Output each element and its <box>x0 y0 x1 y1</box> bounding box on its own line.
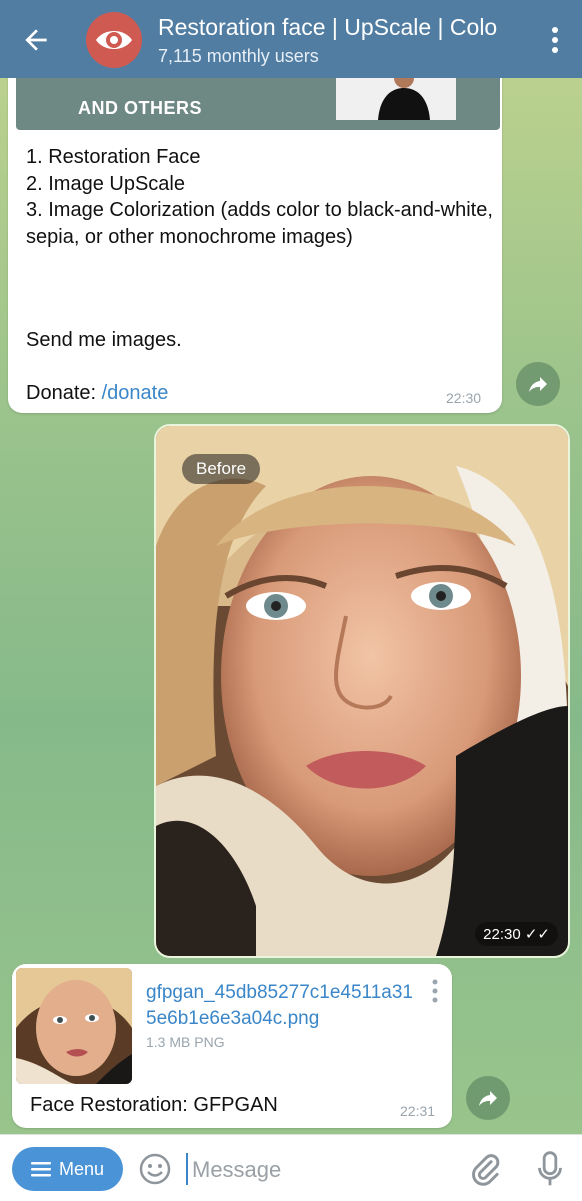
forward-button[interactable] <box>466 1076 510 1120</box>
file-thumbnail[interactable] <box>16 968 132 1084</box>
chat-header: Restoration face | UpScale | Colo 7,115 … <box>0 0 582 78</box>
file-size: 1.3 MB PNG <box>146 1034 225 1050</box>
menu-label: Menu <box>58 1158 105 1179</box>
banner-person-thumbnail <box>336 68 456 120</box>
feature-item: 3. Image Colorization (adds color to bla… <box>26 199 493 248</box>
eye-icon <box>96 31 132 49</box>
forward-arrow-icon <box>479 1091 497 1106</box>
banner-text: AND OTHERS <box>78 98 203 118</box>
feature-item: 2. Image UpScale <box>26 172 185 195</box>
text-cursor <box>186 1153 188 1185</box>
file-name-link[interactable]: gfpgan_45db85277c1e4511a315e6b1e6e3a04c.… <box>146 980 416 1032</box>
photo-time: 22:30 ✓✓ <box>475 922 558 946</box>
emoji-icon[interactable] <box>138 1152 172 1186</box>
person-silhouette-icon <box>336 68 456 120</box>
message-time: 22:31 <box>400 1103 436 1119</box>
feature-item: 1. Restoration Face <box>26 146 201 168</box>
donate-label: Donate: <box>26 382 102 404</box>
paperclip-icon[interactable] <box>470 1152 500 1186</box>
message-input[interactable] <box>190 1152 454 1188</box>
woman-portrait-thumbnail <box>16 968 132 1084</box>
donate-line: Donate: /donate <box>26 382 168 405</box>
back-arrow-icon[interactable] <box>20 24 52 56</box>
send-images-text: Send me images. <box>26 329 182 351</box>
feature-list: 1. Restoration Face 2. Image UpScale 3. … <box>26 144 496 250</box>
before-badge: Before <box>182 454 261 484</box>
file-caption: Face Restoration: GFPGAN <box>30 1094 278 1116</box>
chat-subtitle: 7,115 monthly users <box>158 46 319 66</box>
message-time: 22:30 <box>446 390 482 406</box>
bot-menu-button[interactable]: Menu <box>12 1147 123 1191</box>
forward-button[interactable] <box>516 362 560 406</box>
file-options-icon[interactable] <box>430 978 440 1004</box>
before-photo[interactable]: Before 22:30 ✓✓ <box>154 424 570 958</box>
hamburger-icon <box>30 1162 51 1177</box>
forward-arrow-icon <box>529 377 547 392</box>
donate-link[interactable]: /donate <box>102 382 169 404</box>
more-options-icon[interactable] <box>550 24 560 56</box>
bot-avatar[interactable] <box>86 12 142 68</box>
microphone-icon[interactable] <box>536 1150 564 1188</box>
woman-portrait-image <box>156 426 568 956</box>
chat-title[interactable]: Restoration face | UpScale | Colo <box>158 14 516 41</box>
